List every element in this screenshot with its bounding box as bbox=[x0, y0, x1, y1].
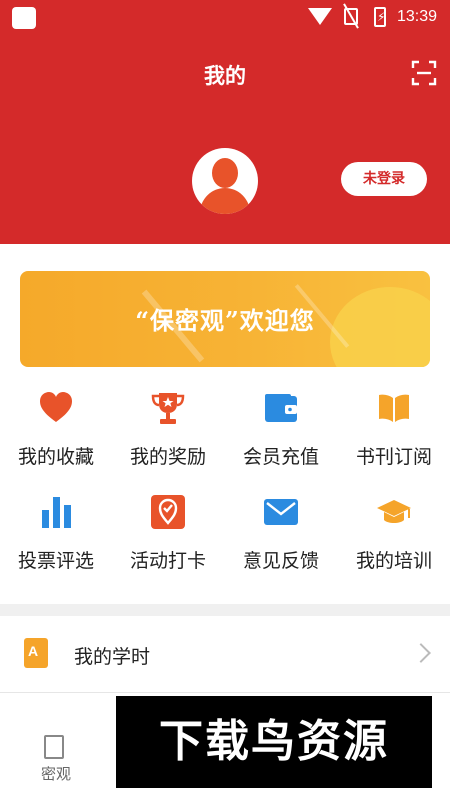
tab-miguan[interactable]: 密观 bbox=[28, 727, 84, 787]
checkin-icon bbox=[151, 495, 185, 529]
book-icon bbox=[379, 394, 409, 422]
grid-item-training[interactable]: 我的培训 bbox=[338, 488, 450, 588]
trophy-icon bbox=[151, 393, 185, 424]
profile-header: 我的 未登录 bbox=[0, 34, 450, 244]
banner-text: “保密观”欢迎您 bbox=[135, 306, 315, 335]
study-hours-icon: A bbox=[24, 638, 48, 668]
status-bar: ⚡ 13:39 bbox=[0, 0, 450, 34]
grid-item-rewards[interactable]: 我的奖励 bbox=[112, 384, 224, 484]
grid-item-favorites[interactable]: 我的收藏 bbox=[0, 384, 112, 484]
avatar[interactable] bbox=[192, 148, 258, 214]
grid-item-label: 意见反馈 bbox=[242, 550, 319, 572]
battery-charging-icon: ⚡ bbox=[377, 10, 386, 24]
grid-item-label: 我的奖励 bbox=[129, 446, 206, 468]
page-title: 我的 bbox=[204, 64, 246, 88]
grid-item-subscription[interactable]: 书刊订阅 bbox=[338, 384, 450, 484]
grid-item-checkin[interactable]: 活动打卡 bbox=[112, 488, 224, 588]
avatar-body bbox=[200, 188, 250, 214]
mail-icon bbox=[264, 499, 298, 525]
study-hours-row[interactable]: A 我的学时 bbox=[0, 616, 450, 692]
grid-item-label: 书刊订阅 bbox=[355, 446, 432, 468]
status-time: 13:39 bbox=[397, 8, 438, 25]
study-hours-label: 我的学时 bbox=[74, 646, 151, 668]
wifi-icon bbox=[308, 8, 332, 25]
chevron-right-icon bbox=[411, 643, 431, 663]
wallet-icon bbox=[265, 394, 297, 422]
heart-icon bbox=[40, 392, 72, 422]
grid-item-label: 投票评选 bbox=[17, 550, 94, 572]
bar-chart-icon bbox=[42, 497, 71, 528]
scan-icon[interactable] bbox=[411, 60, 437, 86]
app-notification-icon bbox=[12, 7, 36, 29]
grid-item-label: 我的培训 bbox=[355, 550, 432, 572]
grid-item-label: 活动打卡 bbox=[129, 550, 206, 572]
welcome-banner[interactable]: “保密观”欢迎您 bbox=[20, 271, 430, 367]
watermark-overlay: 下载鸟资源 bbox=[116, 696, 432, 788]
graduation-cap-icon bbox=[377, 500, 411, 523]
avatar-head bbox=[212, 158, 238, 188]
menu-panel: “保密观”欢迎您 我的收藏 我的奖励 会员充值 书刊订阅 投票评选 活动打卡 意… bbox=[0, 244, 450, 604]
tab-label: 密观 bbox=[40, 765, 71, 783]
document-icon bbox=[44, 735, 64, 759]
grid-item-label: 我的收藏 bbox=[17, 446, 94, 468]
grid-item-voting[interactable]: 投票评选 bbox=[0, 488, 112, 588]
grid-item-label: 会员充值 bbox=[242, 446, 319, 468]
grid-item-feedback[interactable]: 意见反馈 bbox=[225, 488, 337, 588]
grid-item-membership[interactable]: 会员充值 bbox=[225, 384, 337, 484]
login-button[interactable]: 未登录 bbox=[341, 162, 427, 196]
section-divider bbox=[0, 604, 450, 616]
